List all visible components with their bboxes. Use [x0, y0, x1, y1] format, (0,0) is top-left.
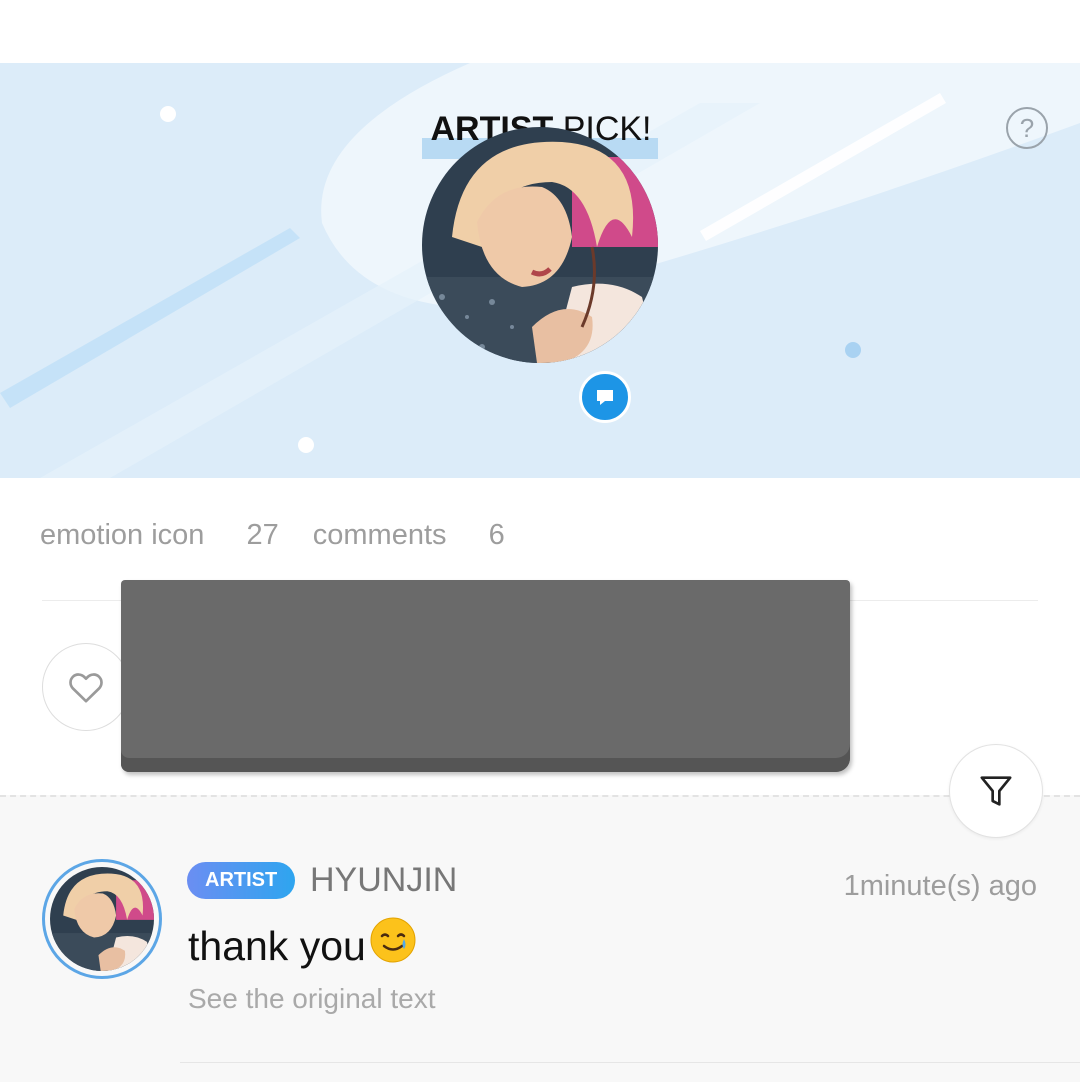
comment-body: thank you	[188, 915, 418, 977]
smiling-face-with-tear-icon	[368, 915, 418, 977]
heart-icon	[69, 673, 103, 703]
help-button[interactable]: ?	[1006, 107, 1048, 149]
redaction-block	[121, 580, 850, 772]
comment-author-avatar[interactable]	[42, 859, 162, 979]
chat-bubble-icon	[597, 390, 613, 405]
comment-author-photo	[50, 867, 154, 971]
comment-divider	[180, 1062, 1080, 1063]
artist-avatar[interactable]	[422, 127, 658, 363]
filter-icon	[980, 776, 1012, 806]
like-button[interactable]	[42, 643, 130, 731]
artist-photo	[422, 127, 658, 363]
artist-badge: ARTIST	[187, 862, 296, 899]
comments-section	[0, 795, 1080, 1082]
see-original-text-link[interactable]: See the original text	[188, 981, 436, 1017]
emotion-stat[interactable]: emotion icon 27	[40, 519, 279, 551]
emotion-count: 27	[246, 519, 279, 551]
question-mark-icon: ?	[1019, 113, 1035, 143]
comment-timestamp: 1minute(s) ago	[843, 870, 1037, 902]
emotion-label: emotion icon	[40, 519, 205, 551]
filter-button[interactable]	[949, 744, 1043, 838]
comments-count: 6	[488, 519, 505, 551]
comments-label: comments	[312, 519, 447, 551]
post-stats: emotion icon 27 comments 6	[40, 519, 505, 552]
comment-text: thank you	[188, 923, 366, 969]
comments-stat[interactable]: comments 6	[313, 519, 505, 551]
comment-author-name[interactable]: HYUNJIN	[310, 860, 457, 900]
chat-bubble-badge	[579, 371, 631, 423]
